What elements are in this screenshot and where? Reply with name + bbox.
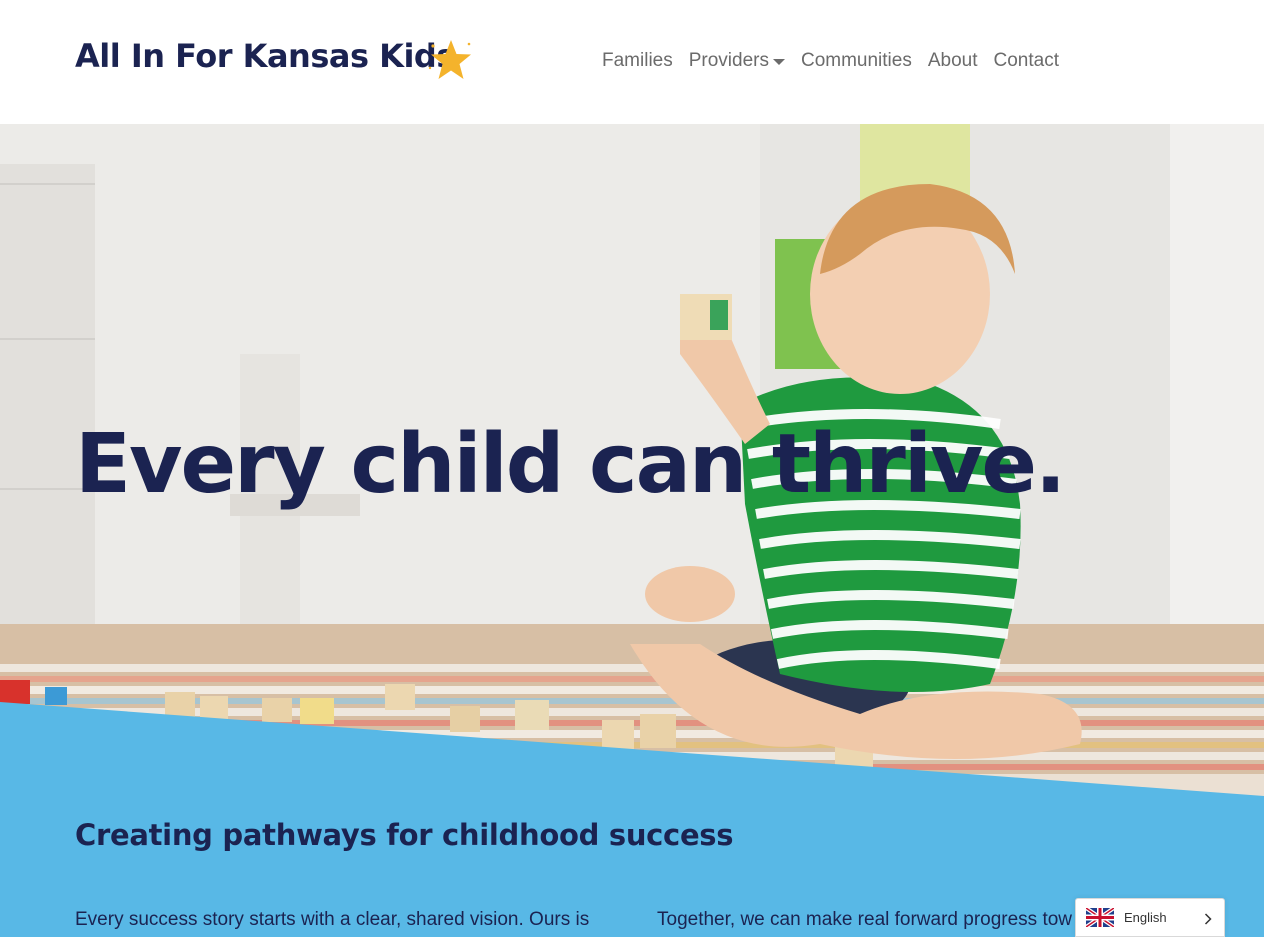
nav-providers-label: Providers xyxy=(688,50,769,71)
language-label: English xyxy=(1124,910,1167,925)
uk-flag-icon xyxy=(1086,908,1114,927)
site-logo[interactable]: All In For Kansas Kids xyxy=(75,37,471,79)
intro-paragraph-right: Together, we can make real forward progr… xyxy=(657,909,1073,930)
nav-contact[interactable]: Contact xyxy=(994,50,1059,72)
nav-providers[interactable]: Providers xyxy=(689,50,785,72)
star-icon xyxy=(428,40,471,79)
nav-families[interactable]: Families xyxy=(602,50,673,72)
site-header: All In For Kansas Kids Families Provider… xyxy=(0,0,1264,124)
chevron-right-icon xyxy=(1204,913,1212,925)
language-switcher[interactable]: English xyxy=(1075,898,1225,937)
nav-about-label: About xyxy=(927,50,978,71)
hero-title: Every child can thrive. xyxy=(75,417,1066,512)
nav-contact-label: Contact xyxy=(993,50,1059,71)
nav-communities-label: Communities xyxy=(800,50,912,71)
chevron-down-icon xyxy=(772,59,785,65)
section-title: Creating pathways for childhood success xyxy=(75,818,734,852)
nav-communities[interactable]: Communities xyxy=(801,50,912,72)
nav-about[interactable]: About xyxy=(928,50,978,72)
logo-text: All In For Kansas Kids xyxy=(75,37,455,75)
main-nav: Families Providers Communities About Con… xyxy=(602,50,1075,72)
intro-paragraph-left: Every success story starts with a clear,… xyxy=(75,909,590,930)
nav-families-label: Families xyxy=(602,50,673,71)
